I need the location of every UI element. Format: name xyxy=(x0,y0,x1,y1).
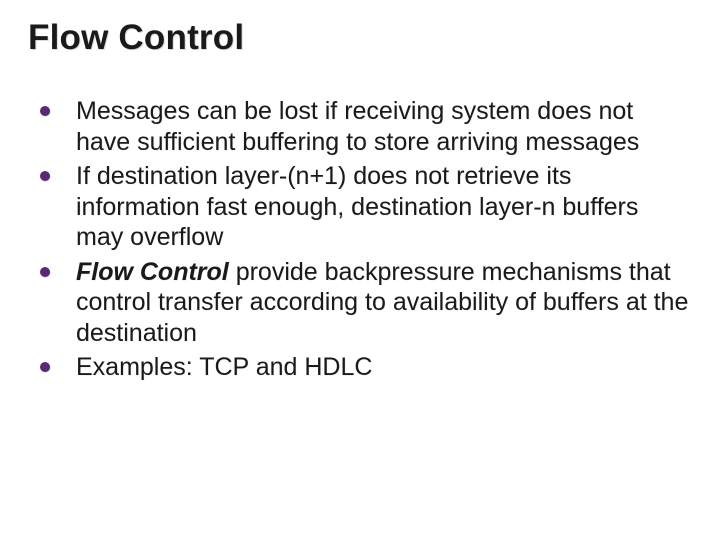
slide-title: Flow Control xyxy=(28,18,692,58)
bullet-text: If destination layer-(n+1) does not retr… xyxy=(76,161,692,253)
list-item: Messages can be lost if receiving system… xyxy=(40,96,692,157)
bullet-icon xyxy=(40,267,50,277)
bullet-text: Messages can be lost if receiving system… xyxy=(76,96,692,157)
slide: Flow Control Messages can be lost if rec… xyxy=(0,0,720,540)
bullet-text: Examples: TCP and HDLC xyxy=(76,352,372,383)
bullet-list: Messages can be lost if receiving system… xyxy=(28,96,692,383)
list-item: Examples: TCP and HDLC xyxy=(40,352,692,383)
bullet-icon xyxy=(40,171,50,181)
list-item: If destination layer-(n+1) does not retr… xyxy=(40,161,692,253)
bullet-icon xyxy=(40,362,50,372)
emphasis-text: Flow Control xyxy=(76,258,229,286)
list-item: Flow Control provide backpressure mechan… xyxy=(40,257,692,349)
bullet-text: Flow Control provide backpressure mechan… xyxy=(76,257,692,349)
bullet-icon xyxy=(40,106,50,116)
